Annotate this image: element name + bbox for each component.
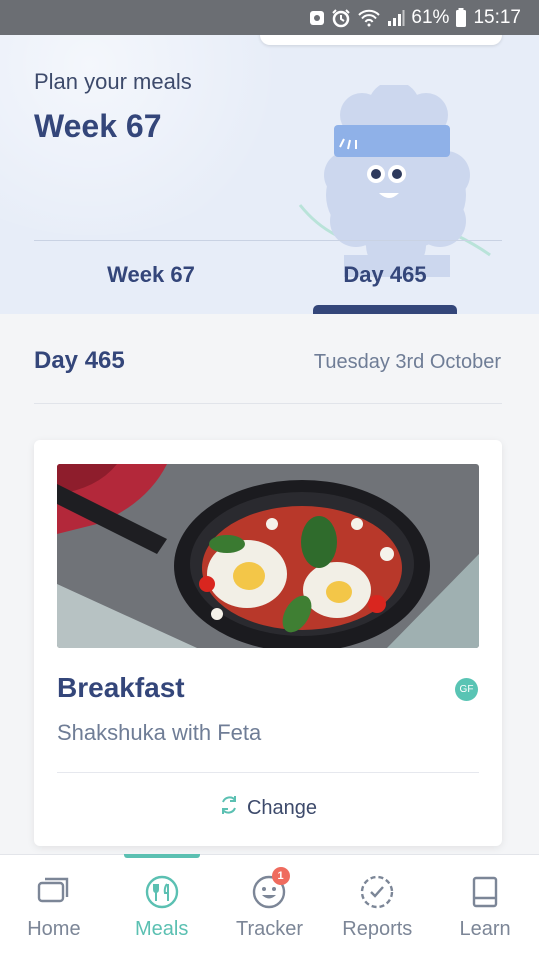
nav-item-reports[interactable]: Reports [323,855,431,962]
nav-item-home[interactable]: Home [0,855,108,962]
nav-active-indicator [123,854,200,858]
gluten-free-badge: GF [455,678,478,701]
learn-icon [471,875,499,909]
content-divider [34,403,502,404]
period-tabs: Week 67 Day 465 [34,241,502,314]
change-meal-label: Change [246,796,318,819]
refresh-icon [219,794,239,822]
meal-photo [57,464,479,648]
meal-card-breakfast[interactable]: Breakfast GF Shakshuka with Feta Change [34,440,502,846]
alarm-icon [331,8,351,28]
tracker-notification-badge: 1 [271,867,290,885]
tab-day-label: Day 465 [343,262,427,287]
wifi-icon [357,9,381,27]
battery-icon [455,7,467,28]
header-subtitle: Plan your meals [34,69,192,94]
change-meal-button[interactable]: Change [34,773,502,843]
page-title: Week 67 [34,108,162,144]
bottom-navigation: Home Meals 1 Tracker Reports Learn [0,854,539,962]
nav-label-home: Home [27,918,81,940]
day-date: Tuesday 3rd October [313,351,501,373]
nav-label-learn: Learn [459,918,511,940]
meal-type-title: Breakfast [57,672,185,703]
home-icon [37,875,71,909]
nav-item-tracker[interactable]: 1 Tracker [216,855,324,962]
clock-time: 15:17 [473,6,521,28]
reports-icon [360,875,394,909]
signal-icon [387,9,405,27]
tab-week-label: Week 67 [107,262,195,287]
battery-percent: 61% [411,6,450,28]
tab-week[interactable]: Week 67 [34,241,268,314]
meal-name: Shakshuka with Feta [57,720,262,745]
meals-icon [145,875,179,909]
tab-day-indicator [313,305,457,314]
gluten-free-badge-label: GF [459,684,474,695]
nav-label-reports: Reports [342,918,413,940]
day-title: Day 465 [34,347,125,374]
tab-day[interactable]: Day 465 [268,241,502,314]
meal-plan-header: Plan your meals Week 67 Week 67 Day 465 [0,35,539,314]
header-card-edge [260,35,502,45]
day-content: Day 465 Tuesday 3rd October Breakfast GF… [0,314,539,854]
nav-item-learn[interactable]: Learn [431,855,539,962]
nav-label-tracker: Tracker [235,918,304,940]
nav-label-meals: Meals [135,918,189,940]
notification-icon [309,9,325,27]
status-bar: 61% 15:17 [0,0,539,35]
nav-item-meals[interactable]: Meals [108,854,216,962]
